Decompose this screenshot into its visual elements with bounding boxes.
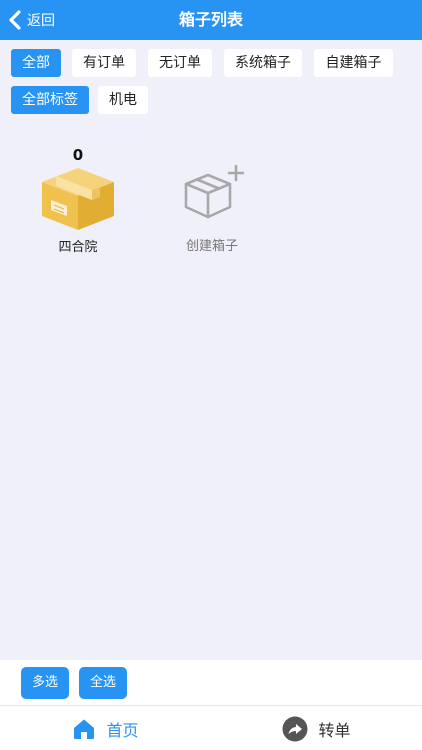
create-box-label: 创建箱子 [185,239,238,254]
chevron-left-icon [9,10,21,30]
tag-chip-all[interactable]: 全部标签 [11,86,89,114]
home-icon [74,719,95,739]
create-box-button[interactable]: 创建箱子 [170,163,254,254]
back-label: 返回 [27,13,55,29]
multi-select-button[interactable]: 多选 [21,667,69,699]
box-item[interactable]: 0 四合院 [34,146,122,255]
filter-chip-system-box[interactable]: 系统箱子 [224,49,302,77]
tab-bar: 首页 转单 [0,705,422,750]
box-name: 四合院 [58,240,98,255]
box-order-count: 0 [72,146,84,164]
filter-chip-custom-box[interactable]: 自建箱子 [314,49,393,77]
page-title: 箱子列表 [178,10,243,29]
share-forward-icon [282,716,308,741]
bottom-action-bar: 多选 全选 [0,660,422,705]
filter-chip-no-order[interactable]: 无订单 [148,49,212,77]
tab-home[interactable]: 首页 [0,706,211,750]
tab-transfer[interactable]: 转单 [211,706,422,750]
tab-home-label: 首页 [106,720,139,740]
box-plus-icon [184,164,244,219]
select-all-button[interactable]: 全选 [79,667,127,699]
tag-chip-electromechanical[interactable]: 机电 [98,86,148,114]
filter-chip-has-order[interactable]: 有订单 [72,49,136,77]
header-bar: 返回 箱子列表 [0,0,422,40]
back-button[interactable]: 返回 [8,0,55,40]
cardboard-box-icon [42,168,114,230]
tab-transfer-label: 转单 [318,720,351,740]
filter-chip-all[interactable]: 全部 [11,49,61,77]
